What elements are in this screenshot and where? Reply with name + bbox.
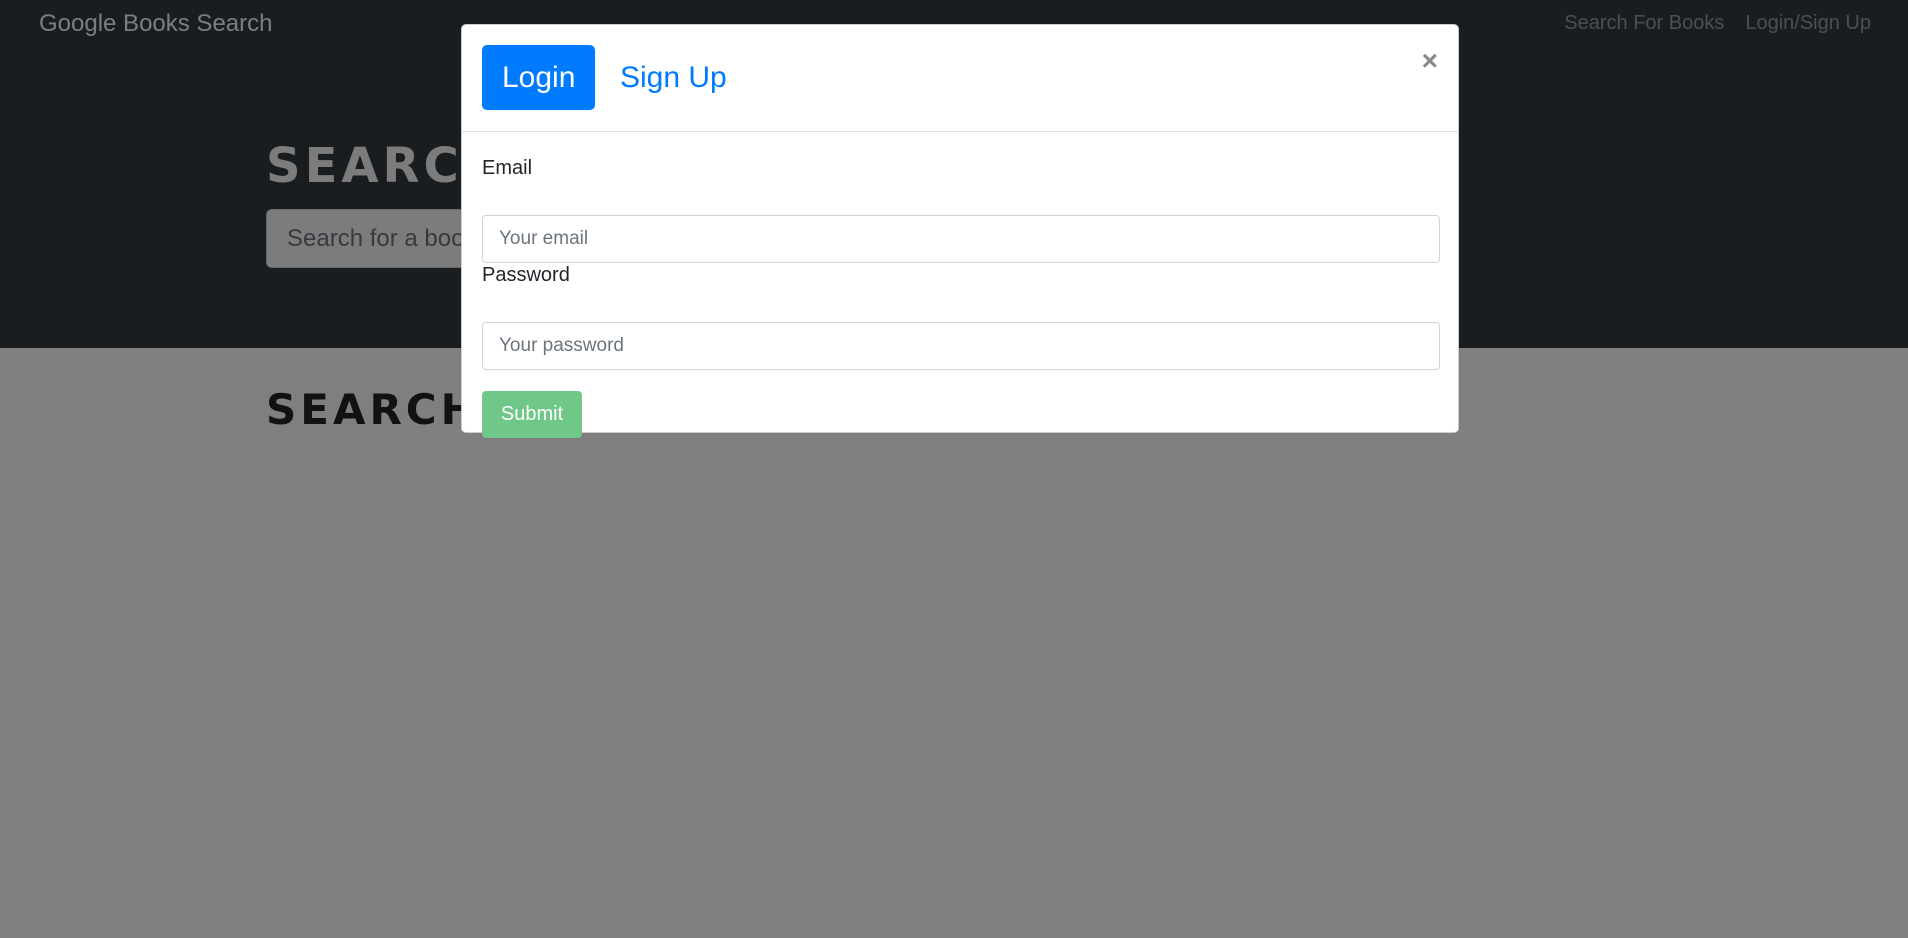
email-label: Email — [482, 157, 533, 179]
page: Google Books Search Search For Books Log… — [0, 0, 1908, 938]
submit-button[interactable]: Submit — [482, 391, 582, 438]
password-field[interactable] — [482, 322, 1440, 370]
email-field[interactable] — [482, 215, 1440, 263]
tab-signup[interactable]: Sign Up — [600, 45, 747, 110]
tab-login[interactable]: Login — [482, 45, 596, 110]
login-modal: Login Sign Up × Email Password Submit — [461, 24, 1459, 438]
password-label: Password — [482, 264, 570, 286]
modal-header: Login Sign Up × — [462, 25, 1458, 132]
close-icon[interactable]: × — [1422, 47, 1438, 75]
